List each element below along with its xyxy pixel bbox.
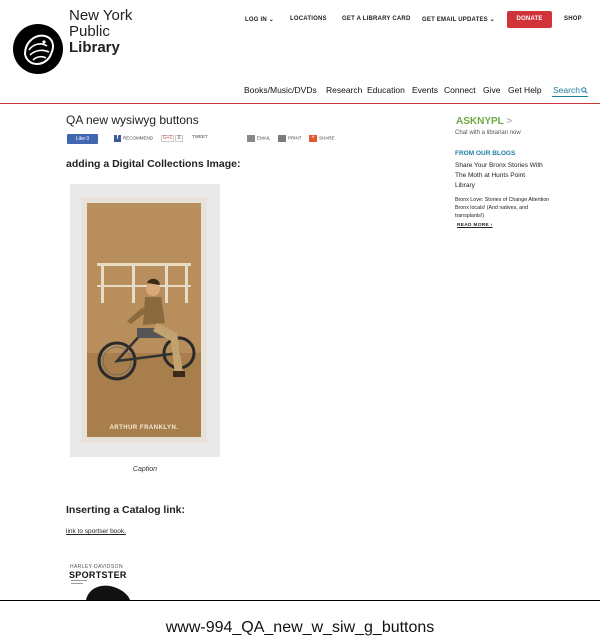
brand-line-2: Public xyxy=(69,23,110,40)
header-divider xyxy=(0,103,600,104)
book-title-text: SPORTSTER xyxy=(69,570,127,580)
print-button[interactable]: PRINT xyxy=(278,135,302,142)
share-label: SHARE xyxy=(319,135,335,141)
main-nav: Books/Music/DVDs Research Education Even… xyxy=(0,85,600,99)
gplus-button[interactable]: G+1 0 xyxy=(161,135,183,142)
donate-button[interactable]: DONATE xyxy=(507,11,552,28)
read-more-link[interactable]: READ MORE › xyxy=(457,223,493,228)
ask-nypl-link[interactable]: ASKNYPL > xyxy=(456,116,512,127)
login-link[interactable]: LOG IN ⌄ xyxy=(245,16,274,23)
page-title: QA new wysiwyg buttons xyxy=(66,113,199,127)
recommend-button[interactable]: f RECOMMEND xyxy=(114,135,153,142)
plus-icon: + xyxy=(309,135,317,142)
recommend-label: RECOMMEND xyxy=(123,135,153,141)
cigarette-card: ARTHUR FRANKLYN. xyxy=(81,197,207,443)
locations-link[interactable]: LOCATIONS xyxy=(290,16,327,22)
catalog-link[interactable]: link to sportser book. xyxy=(66,528,126,535)
nav-item-books[interactable]: Books/Music/DVDs xyxy=(244,85,317,95)
blogs-heading: FROM OUR BLOGS xyxy=(455,150,516,157)
facebook-like-button[interactable]: Like 0 xyxy=(67,134,98,144)
ask-nypl-subtext: Chat with a librarian now xyxy=(455,130,521,136)
gplus-count: 0 xyxy=(175,135,183,142)
catalog-heading: Inserting a Catalog link: xyxy=(66,504,186,516)
motorcycle-rider-illustration xyxy=(87,203,201,437)
print-label: PRINT xyxy=(288,135,302,141)
search-underline xyxy=(552,96,588,97)
chevron-right-icon: > xyxy=(506,116,513,127)
printer-icon xyxy=(278,135,286,142)
book-cover-thumbnail[interactable]: HARLEY-DAVIDSON SPORTSTER xyxy=(68,564,140,600)
nav-item-events[interactable]: Events xyxy=(412,85,438,95)
brand-line-1: New York xyxy=(69,7,133,24)
utility-nav: LOG IN ⌄ LOCATIONS GET A LIBRARY CARD GE… xyxy=(230,11,590,28)
email-updates-link[interactable]: GET EMAIL UPDATES ⌄ xyxy=(422,16,495,23)
brand-line-3: Library xyxy=(69,39,120,56)
email-label: EMAIL xyxy=(257,135,271,141)
search-icon xyxy=(581,87,588,94)
share-toolbar: Like 0 f RECOMMEND G+1 0 TWEET EMAIL PRINT… xyxy=(67,134,347,146)
library-card-link[interactable]: GET A LIBRARY CARD xyxy=(342,16,411,22)
ask-label: ASK xyxy=(456,116,478,127)
nav-item-connect[interactable]: Connect xyxy=(444,85,476,95)
brand-wordmark[interactable]: New York Public Library xyxy=(69,8,132,56)
nav-item-research[interactable]: Research xyxy=(326,85,362,95)
card-name-label: ARTHUR FRANKLYN. xyxy=(109,425,179,431)
share-button[interactable]: + SHARE xyxy=(309,135,335,142)
ask-nypl-label: NYPL xyxy=(477,116,504,127)
email-button[interactable]: EMAIL xyxy=(247,135,271,142)
gplus-icon: G+1 xyxy=(161,135,174,142)
digital-collections-heading: adding a Digital Collections Image: xyxy=(66,158,241,170)
digital-collections-image[interactable]: ARTHUR FRANKLYN. xyxy=(70,184,220,457)
search-label: Search xyxy=(553,85,580,95)
nypl-lion-logo-icon[interactable] xyxy=(13,24,63,74)
nav-item-education[interactable]: Education xyxy=(367,85,405,95)
site-header: New York Public Library LOG IN ⌄ LOCATIO… xyxy=(0,0,600,104)
blog-post-excerpt: Bronx Love: Stories of Change Attention … xyxy=(455,197,550,219)
envelope-icon xyxy=(247,135,255,142)
tweet-button[interactable]: TWEET xyxy=(192,134,208,139)
image-caption: Caption xyxy=(132,466,158,473)
blog-post-title[interactable]: Share Your Bronx Stories With The Moth a… xyxy=(455,161,545,191)
screenshot-caption: www-994_QA_new_w_siw_g_buttons xyxy=(165,619,435,636)
nav-item-give[interactable]: Give xyxy=(483,85,500,95)
caption-divider xyxy=(0,600,600,601)
facebook-icon: f xyxy=(114,135,121,142)
shop-link[interactable]: SHOP xyxy=(564,16,582,22)
nav-item-get-help[interactable]: Get Help xyxy=(508,85,542,95)
